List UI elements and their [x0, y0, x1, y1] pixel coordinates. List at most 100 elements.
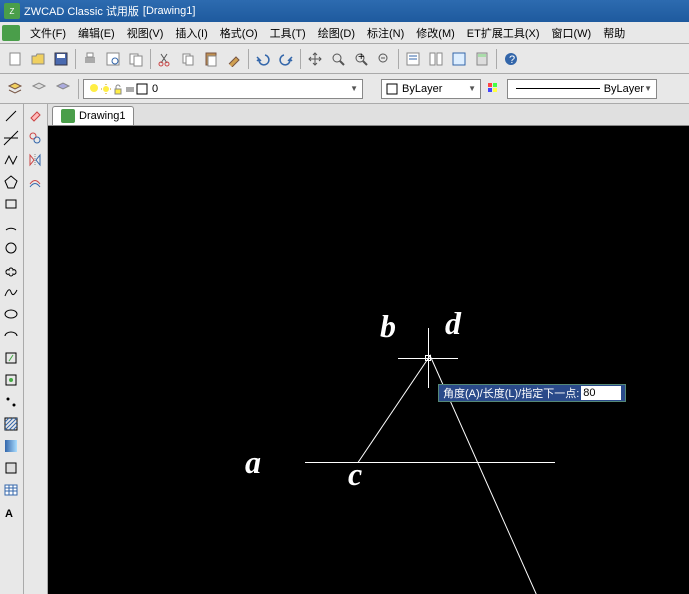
label-d: d [445, 305, 461, 342]
app-title: ZWCAD Classic 试用版 [24, 3, 139, 19]
linetype-value: ByLayer [604, 83, 644, 95]
copy-tool[interactable] [25, 128, 45, 148]
menu-format[interactable]: 格式(O) [214, 23, 264, 43]
title-bar: Z ZWCAD Classic 试用版 [Drawing1] [0, 0, 689, 22]
separator [398, 49, 399, 69]
properties-button[interactable] [402, 48, 424, 70]
calc-button[interactable] [471, 48, 493, 70]
linetype-combo[interactable]: ByLayer ▼ [507, 79, 657, 99]
layer-prev-button[interactable] [28, 78, 50, 100]
print-button[interactable] [79, 48, 101, 70]
menu-view[interactable]: 视图(V) [121, 23, 170, 43]
arc-tool[interactable] [1, 216, 21, 236]
color-dialog-button[interactable] [483, 78, 505, 100]
bulb-on-icon [88, 83, 100, 95]
label-c: c [348, 456, 362, 493]
svg-text:?: ? [509, 54, 515, 66]
separator [300, 49, 301, 69]
color-combo[interactable]: ByLayer ▼ [381, 79, 481, 99]
menu-dimension[interactable]: 标注(N) [361, 23, 410, 43]
block-make-tool[interactable] [1, 370, 21, 390]
block-insert-tool[interactable] [1, 348, 21, 368]
prompt-label: 角度(A)/长度(L)/指定下一点: [443, 385, 579, 401]
polygon-tool[interactable] [1, 172, 21, 192]
spline-tool[interactable] [1, 282, 21, 302]
menu-insert[interactable]: 插入(I) [169, 23, 213, 43]
separator [75, 49, 76, 69]
region-tool[interactable] [1, 458, 21, 478]
menu-bar: 文件(F) 编辑(E) 视图(V) 插入(I) 格式(O) 工具(T) 绘图(D… [0, 22, 689, 44]
prompt-input[interactable] [581, 386, 621, 400]
point-tool[interactable] [1, 392, 21, 412]
design-center-button[interactable] [425, 48, 447, 70]
offset-tool[interactable] [25, 172, 45, 192]
save-button[interactable] [50, 48, 72, 70]
menu-tools[interactable]: 工具(T) [264, 23, 312, 43]
dropdown-icon: ▼ [644, 84, 652, 93]
menu-etext[interactable]: ET扩展工具(X) [461, 23, 546, 43]
mirror-tool[interactable] [25, 150, 45, 170]
tool-palette-button[interactable] [448, 48, 470, 70]
menu-modify[interactable]: 修改(M) [410, 23, 461, 43]
color-box-icon [386, 83, 398, 95]
preview-button[interactable] [102, 48, 124, 70]
redo-button[interactable] [275, 48, 297, 70]
publish-button[interactable] [125, 48, 147, 70]
svg-text:+: + [358, 51, 364, 63]
menu-window[interactable]: 窗口(W) [546, 23, 598, 43]
drawing-canvas[interactable]: a b c d 角度(A)/长度(L)/指定下一点: [48, 126, 689, 594]
workspace: A Drawing1 a b c d [0, 104, 689, 594]
xline-tool[interactable] [1, 128, 21, 148]
doc-icon [61, 109, 75, 123]
erase-tool[interactable] [25, 106, 45, 126]
standard-toolbar: + ? [0, 44, 689, 74]
pline-tool[interactable] [1, 150, 21, 170]
draw-toolbar: A [0, 104, 24, 594]
plot-icon [124, 83, 136, 95]
doc-title: [Drawing1] [143, 5, 196, 17]
canvas-line [305, 462, 555, 463]
paste-button[interactable] [200, 48, 222, 70]
layer-combo[interactable]: 0 ▼ [83, 79, 363, 99]
doc-tabs: Drawing1 [48, 104, 689, 126]
sun-icon [100, 83, 112, 95]
undo-button[interactable] [252, 48, 274, 70]
menu-help[interactable]: 帮助 [597, 23, 631, 43]
open-button[interactable] [27, 48, 49, 70]
match-button[interactable] [223, 48, 245, 70]
label-b: b [380, 308, 396, 345]
rectangle-tool[interactable] [1, 194, 21, 214]
modify-toolbar [24, 104, 48, 594]
separator [496, 49, 497, 69]
canvas-area: Drawing1 a b c d 角度(A)/长度(L)/指定下一点: [48, 104, 689, 594]
help-button[interactable]: ? [500, 48, 522, 70]
zoom-realtime-button[interactable] [327, 48, 349, 70]
ellipse-tool[interactable] [1, 304, 21, 324]
color-value: ByLayer [402, 83, 442, 95]
cut-button[interactable] [154, 48, 176, 70]
pan-button[interactable] [304, 48, 326, 70]
menu-file[interactable]: 文件(F) [24, 23, 72, 43]
menu-app-icon [2, 25, 20, 41]
zoom-window-button[interactable]: + [350, 48, 372, 70]
menu-edit[interactable]: 编辑(E) [72, 23, 121, 43]
ellipse-arc-tool[interactable] [1, 326, 21, 346]
revcloud-tool[interactable] [1, 260, 21, 280]
copy-button[interactable] [177, 48, 199, 70]
svg-text:A: A [5, 508, 13, 520]
layer-manager-button[interactable] [4, 78, 26, 100]
dynamic-input-prompt[interactable]: 角度(A)/长度(L)/指定下一点: [438, 384, 626, 402]
layer-states-button[interactable] [52, 78, 74, 100]
separator [150, 49, 151, 69]
table-tool[interactable] [1, 480, 21, 500]
dropdown-icon: ▼ [350, 84, 358, 93]
zoom-prev-button[interactable] [373, 48, 395, 70]
circle-tool[interactable] [1, 238, 21, 258]
new-button[interactable] [4, 48, 26, 70]
gradient-tool[interactable] [1, 436, 21, 456]
tab-drawing1[interactable]: Drawing1 [52, 106, 134, 125]
line-tool[interactable] [1, 106, 21, 126]
menu-draw[interactable]: 绘图(D) [312, 23, 361, 43]
hatch-tool[interactable] [1, 414, 21, 434]
mtext-tool[interactable]: A [1, 502, 21, 522]
